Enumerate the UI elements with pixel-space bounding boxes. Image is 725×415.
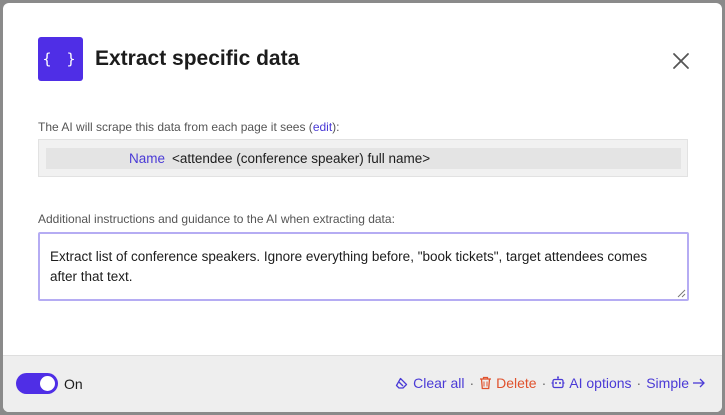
- field-description: <attendee (conference speaker) full name…: [172, 151, 431, 166]
- extract-data-dialog: { } Extract specific data The AI will sc…: [3, 3, 722, 412]
- ai-options-button[interactable]: AI options: [551, 375, 632, 391]
- clear-all-label: Clear all: [413, 375, 465, 391]
- resize-grip-icon[interactable]: [677, 289, 686, 298]
- scrape-label-prefix: The AI will scrape this data from each p…: [38, 120, 313, 134]
- scrape-label-suffix: ):: [332, 120, 340, 134]
- eraser-icon: [395, 377, 408, 389]
- enabled-toggle[interactable]: [16, 373, 58, 394]
- robot-icon: [551, 376, 565, 389]
- dialog-title: Extract specific data: [95, 47, 300, 70]
- toggle-label: On: [64, 376, 83, 392]
- close-icon[interactable]: [670, 50, 692, 72]
- ai-options-label: AI options: [569, 375, 632, 391]
- field-name: Name: [129, 151, 166, 166]
- clear-all-button[interactable]: Clear all: [395, 375, 464, 391]
- scrape-label: The AI will scrape this data from each p…: [38, 120, 340, 134]
- instructions-label: Additional instructions and guidance to …: [38, 212, 395, 226]
- arrow-right-icon: [693, 378, 705, 388]
- field-row[interactable]: Name <attendee (conference speaker) full…: [46, 148, 681, 169]
- separator: ·: [469, 375, 475, 391]
- trash-icon: [480, 376, 492, 390]
- instructions-text: Extract list of conference speakers. Ign…: [50, 249, 648, 284]
- toggle-knob: [40, 376, 55, 391]
- fields-list: Name <attendee (conference speaker) full…: [38, 139, 688, 177]
- braces-icon: { }: [38, 37, 83, 81]
- separator: ·: [636, 375, 642, 391]
- simple-mode-button[interactable]: Simple: [646, 375, 706, 391]
- separator: ·: [541, 375, 547, 391]
- edit-link[interactable]: edit: [313, 120, 332, 134]
- delete-button[interactable]: Delete: [479, 375, 537, 391]
- simple-label: Simple: [646, 375, 689, 391]
- dialog-header: { } Extract specific data: [3, 3, 722, 115]
- delete-label: Delete: [496, 375, 537, 391]
- instructions-textarea[interactable]: Extract list of conference speakers. Ign…: [38, 232, 689, 301]
- braces-icon-text: { }: [42, 50, 79, 68]
- dialog-footer: On Clear all · Delete · AI options · Sim…: [3, 355, 722, 412]
- footer-actions: Clear all · Delete · AI options · Simple: [395, 375, 706, 391]
